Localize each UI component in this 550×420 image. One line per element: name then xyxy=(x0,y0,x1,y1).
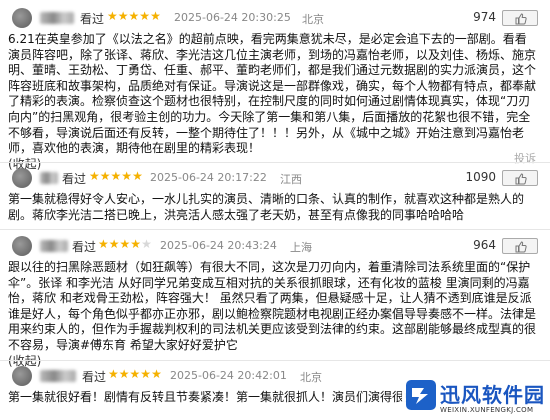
watch-status: 看过 xyxy=(62,172,87,186)
review-text: 第一集就稳得好令人安心，一水儿扎实的演员、清晰的口条、认真的制作，就喜欢这种都是… xyxy=(8,192,525,222)
review-header: 看过 ★★★★★ 2025-06-24 20:43:24 上海 964 xyxy=(0,236,550,256)
useful-count: 964 xyxy=(473,238,496,252)
star-filled-icon: ★ xyxy=(99,169,111,183)
useful-button[interactable] xyxy=(502,170,538,186)
thumbs-up-icon xyxy=(515,13,527,25)
thumbs-up-icon xyxy=(515,173,527,185)
useful-count: 974 xyxy=(473,10,496,24)
star-filled-icon: ★ xyxy=(139,9,151,23)
username[interactable] xyxy=(40,12,74,24)
thumbs-up-icon xyxy=(515,241,527,253)
avatar[interactable] xyxy=(12,366,32,386)
review-location: 北京 xyxy=(300,371,322,384)
rating-stars: ★★★★★ xyxy=(108,367,162,381)
star-filled-icon: ★ xyxy=(108,367,119,381)
star-filled-icon: ★ xyxy=(150,9,161,23)
rating-stars: ★★★★★ xyxy=(98,237,152,251)
review-item: 看过 ★★★★★ 2025-06-24 20:43:24 上海 964 跟以往的… xyxy=(0,236,550,368)
review-location: 北京 xyxy=(302,13,324,26)
review-text-content: 跟以往的扫黑除恶题材（如狂飙等）有很大不同，这次是刀刃向内，着重清除司法系统里面… xyxy=(8,260,537,352)
review-location: 江西 xyxy=(280,173,302,186)
watch-status: 看过 xyxy=(80,12,105,26)
star-filled-icon: ★ xyxy=(151,367,162,381)
divider xyxy=(0,229,550,230)
report-link[interactable]: 投诉 xyxy=(514,150,536,166)
watch-status: 看过 xyxy=(72,240,97,254)
review-text-content: 6.21在英皇参加了《以法之名》的超前点映，看完两集意犹未尽，是必定会追下去的一… xyxy=(8,32,537,156)
divider xyxy=(0,360,550,361)
star-empty-icon: ★ xyxy=(141,237,152,251)
review-date: 2025-06-24 20:43:24 xyxy=(160,239,277,252)
useful-button[interactable] xyxy=(502,238,538,254)
star-filled-icon: ★ xyxy=(129,367,141,381)
review-item: 看过 ★★★★★ 2025-06-24 20:17:22 江西 1090 第一集… xyxy=(0,168,550,222)
site-watermark: 迅风软件园 WEIXIN.XUNFENGKJ.COM xyxy=(402,376,550,420)
star-filled-icon: ★ xyxy=(110,169,122,183)
avatar[interactable] xyxy=(12,8,32,28)
username[interactable] xyxy=(40,370,76,382)
review-header: 看过 ★★★★★ 2025-06-24 20:30:25 北京 974 xyxy=(0,8,550,28)
avatar[interactable] xyxy=(12,236,32,256)
star-filled-icon: ★ xyxy=(118,367,130,381)
star-filled-icon: ★ xyxy=(140,367,152,381)
review-text: 6.21在英皇参加了《以法之名》的超前点映，看完两集意犹未尽，是必定会追下去的一… xyxy=(8,32,536,172)
star-filled-icon: ★ xyxy=(98,237,109,251)
review-date: 2025-06-24 20:17:22 xyxy=(150,171,267,184)
review-date: 2025-06-24 20:30:25 xyxy=(174,11,291,24)
rating-stars: ★★★★★ xyxy=(89,169,143,183)
watch-status: 看过 xyxy=(82,370,107,384)
star-filled-icon: ★ xyxy=(108,237,120,251)
star-filled-icon: ★ xyxy=(130,237,142,251)
star-filled-icon: ★ xyxy=(119,237,131,251)
star-filled-icon: ★ xyxy=(121,169,133,183)
star-filled-icon: ★ xyxy=(132,169,143,183)
watermark-name: 迅风软件园 xyxy=(440,383,545,407)
star-filled-icon: ★ xyxy=(117,9,129,23)
avatar[interactable] xyxy=(12,168,32,188)
review-text: 跟以往的扫黑除恶题材（如狂飙等）有很大不同，这次是刀刃向内，着重清除司法系统里面… xyxy=(8,260,536,369)
review-location: 上海 xyxy=(290,241,312,254)
watermark-url: WEIXIN.XUNFENGKJ.COM xyxy=(440,406,534,414)
rating-stars: ★★★★★ xyxy=(107,9,161,23)
brand-logo-icon xyxy=(406,380,436,410)
star-filled-icon: ★ xyxy=(128,9,140,23)
star-filled-icon: ★ xyxy=(89,169,100,183)
username[interactable] xyxy=(40,172,58,184)
review-date: 2025-06-24 20:42:01 xyxy=(170,369,287,382)
star-filled-icon: ★ xyxy=(107,9,118,23)
useful-button[interactable] xyxy=(502,10,538,26)
divider xyxy=(0,162,550,163)
review-header: 看过 ★★★★★ 2025-06-24 20:17:22 江西 1090 xyxy=(0,168,550,188)
username[interactable] xyxy=(40,240,68,252)
useful-count: 1090 xyxy=(465,170,496,184)
review-item: 看过 ★★★★★ 2025-06-24 20:30:25 北京 974 6.21… xyxy=(0,8,550,171)
